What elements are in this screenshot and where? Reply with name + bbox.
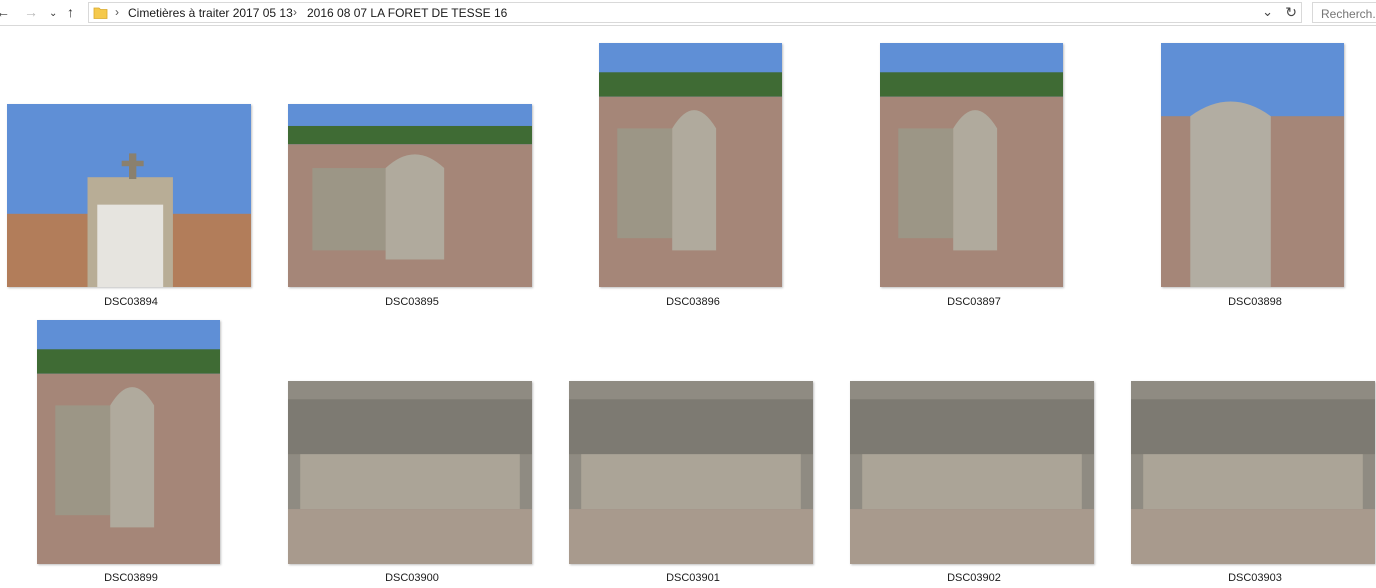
image-thumbnail[interactable]: [569, 381, 813, 564]
photo-image: [880, 43, 1063, 287]
image-thumbnail[interactable]: [37, 320, 220, 564]
image-thumbnail[interactable]: [1161, 43, 1344, 287]
image-thumbnail[interactable]: [599, 43, 782, 287]
photo-image: [288, 381, 532, 564]
folder-icon: [93, 7, 108, 19]
photo-image: [288, 104, 532, 287]
back-arrow-icon[interactable]: ←: [0, 4, 10, 20]
path-box[interactable]: › Cimetières à traiter 2017 05 13 › 2016…: [88, 2, 1302, 23]
file-name-label[interactable]: DSC03898: [1155, 296, 1355, 308]
refresh-icon[interactable]: ↻: [1285, 4, 1297, 21]
breadcrumb-item[interactable]: Cimetières à traiter 2017 05 13: [128, 6, 293, 20]
file-name-label[interactable]: DSC03897: [874, 296, 1074, 308]
file-name-label[interactable]: DSC03902: [874, 572, 1074, 584]
breadcrumb-separator-icon: ›: [293, 5, 297, 19]
image-thumbnail[interactable]: [7, 104, 251, 287]
breadcrumb-item[interactable]: 2016 08 07 LA FORET DE TESSE 16: [307, 6, 507, 20]
image-thumbnail[interactable]: [850, 381, 1094, 564]
photo-image: [599, 43, 782, 287]
photo-image: [37, 320, 220, 564]
file-name-label[interactable]: DSC03894: [31, 296, 231, 308]
recent-locations-chevron-icon[interactable]: ⌄: [49, 6, 57, 22]
address-bar: ← → ⌄ ↑ › Cimetières à traiter 2017 05 1…: [0, 0, 1376, 26]
photo-image: [850, 381, 1094, 564]
file-name-label[interactable]: DSC03900: [312, 572, 512, 584]
address-dropdown-chevron-icon[interactable]: ⌄: [1262, 4, 1273, 20]
file-name-label[interactable]: DSC03901: [593, 572, 793, 584]
file-name-label[interactable]: DSC03896: [593, 296, 793, 308]
forward-arrow-icon[interactable]: →: [24, 4, 38, 20]
file-name-label[interactable]: DSC03899: [31, 572, 231, 584]
photo-image: [1131, 381, 1375, 564]
file-name-label[interactable]: DSC03895: [312, 296, 512, 308]
image-thumbnail[interactable]: [880, 43, 1063, 287]
breadcrumb-separator-icon: ›: [115, 5, 119, 19]
image-thumbnail[interactable]: [288, 104, 532, 287]
photo-image: [569, 381, 813, 564]
photo-image: [1161, 43, 1344, 287]
file-name-label[interactable]: DSC03903: [1155, 572, 1355, 584]
image-thumbnail[interactable]: [1131, 381, 1375, 564]
photo-image: [7, 104, 251, 287]
image-thumbnail[interactable]: [288, 381, 532, 564]
up-arrow-icon[interactable]: ↑: [67, 4, 74, 20]
search-input[interactable]: [1312, 2, 1376, 23]
